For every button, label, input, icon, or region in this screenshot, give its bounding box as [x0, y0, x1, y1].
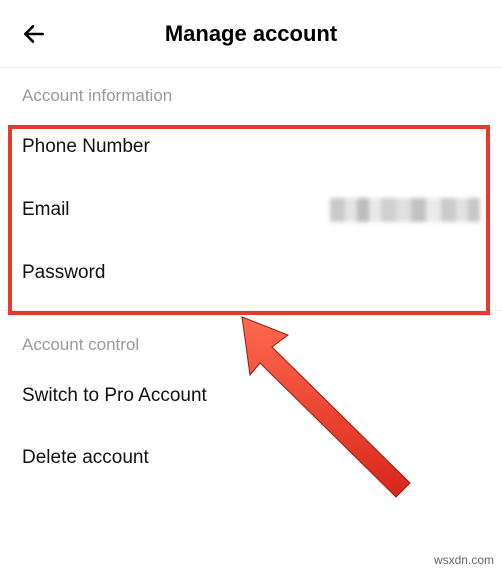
- row-delete-account[interactable]: Delete account: [0, 427, 502, 489]
- arrow-left-icon: [21, 21, 47, 47]
- email-value-redacted: [330, 198, 480, 222]
- row-label: Switch to Pro Account: [22, 385, 207, 407]
- row-switch-to-pro[interactable]: Switch to Pro Account: [0, 365, 502, 427]
- row-label: Email: [22, 199, 70, 221]
- header: Manage account: [0, 0, 502, 68]
- section-label-account-control: Account control: [0, 317, 502, 365]
- watermark: wsxdn.com: [434, 553, 494, 567]
- page-title: Manage account: [0, 21, 502, 47]
- row-password[interactable]: Password: [0, 242, 502, 304]
- row-email[interactable]: Email: [0, 178, 502, 242]
- row-label: Phone Number: [22, 136, 150, 158]
- back-button[interactable]: [18, 18, 50, 50]
- row-label: Delete account: [22, 447, 149, 469]
- row-label: Password: [22, 262, 105, 284]
- divider: [0, 310, 502, 311]
- row-phone-number[interactable]: Phone Number: [0, 116, 502, 178]
- section-label-account-information: Account information: [0, 68, 502, 116]
